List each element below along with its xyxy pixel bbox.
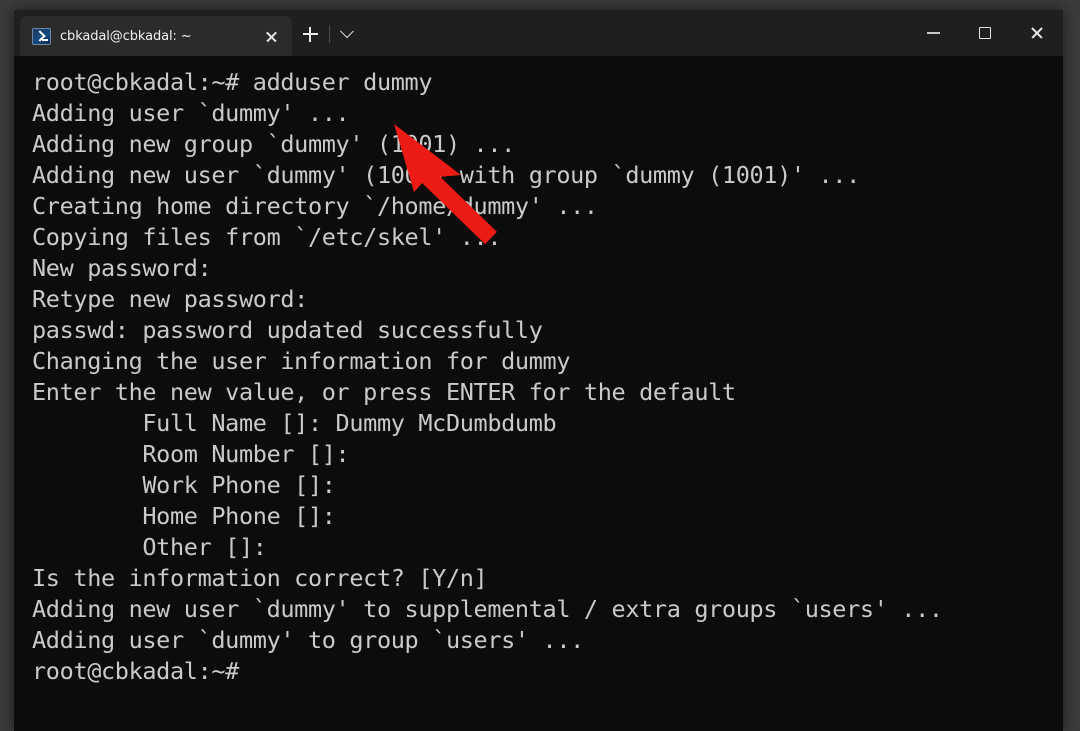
maximize-icon — [979, 27, 991, 39]
terminal-line: Room Number []: — [32, 440, 350, 468]
tab-cbkadal[interactable]: cbkadal@cbkadal: ~ — [20, 16, 292, 56]
terminal-line: Adding user `dummy' to group `users' ... — [32, 626, 584, 654]
tab-dropdown-button[interactable] — [331, 18, 363, 50]
terminal-output: root@cbkadal:~# adduser dummy Adding user… — [32, 67, 1063, 687]
terminal-line: Other []: — [32, 533, 267, 561]
new-tab-button[interactable] — [292, 18, 328, 50]
close-icon — [1030, 26, 1044, 40]
terminal-line: Adding new user `dummy' to supplemental … — [32, 595, 943, 623]
terminal-line: Adding new group `dummy' (1001) ... — [32, 130, 515, 158]
terminal-line: Retype new password: — [32, 285, 308, 313]
plus-icon — [302, 26, 318, 42]
terminal-line: Work Phone []: — [32, 471, 336, 499]
terminal-line: Copying files from `/etc/skel' ... — [32, 223, 502, 251]
terminal-line: passwd: password updated successfully — [32, 316, 543, 344]
terminal-line: Adding user `dummy' ... — [32, 99, 350, 127]
maximize-button[interactable] — [959, 10, 1011, 56]
terminal-line: root@cbkadal:~# adduser dummy — [32, 68, 433, 96]
terminal-window: cbkadal@cbkadal: ~ root@cbkadal:~# addus… — [14, 10, 1063, 731]
title-bar[interactable]: cbkadal@cbkadal: ~ — [14, 10, 1063, 56]
desktop-backdrop: cbkadal@cbkadal: ~ root@cbkadal:~# addus… — [0, 0, 1080, 731]
terminal-line: Adding new user `dummy' (1001) with grou… — [32, 161, 860, 189]
tab-strip: cbkadal@cbkadal: ~ — [14, 10, 363, 56]
chevron-down-icon — [339, 24, 355, 39]
terminal-line: Enter the new value, or press ENTER for … — [32, 378, 736, 406]
terminal-body[interactable]: root@cbkadal:~# adduser dummy Adding user… — [14, 56, 1063, 731]
tab-title: cbkadal@cbkadal: ~ — [60, 28, 192, 44]
terminal-line: New password: — [32, 254, 212, 282]
close-window-button[interactable] — [1011, 10, 1063, 56]
terminal-line: Home Phone []: — [32, 502, 336, 530]
terminal-line: Is the information correct? [Y/n] — [32, 564, 488, 592]
close-icon — [265, 30, 278, 43]
terminal-line: Changing the user information for dummy — [32, 347, 571, 375]
terminal-line: root@cbkadal:~# — [32, 657, 239, 685]
tab-actions — [292, 16, 363, 56]
tab-actions-divider — [329, 25, 330, 43]
terminal-prompt-icon — [32, 27, 51, 45]
minimize-icon — [926, 32, 940, 34]
terminal-line: Full Name []: Dummy McDumbdumb — [32, 409, 557, 437]
terminal-line: Creating home directory `/home/dummy' ..… — [32, 192, 598, 220]
window-controls — [907, 10, 1063, 56]
minimize-button[interactable] — [907, 10, 959, 56]
tab-close-icon[interactable] — [256, 22, 286, 50]
